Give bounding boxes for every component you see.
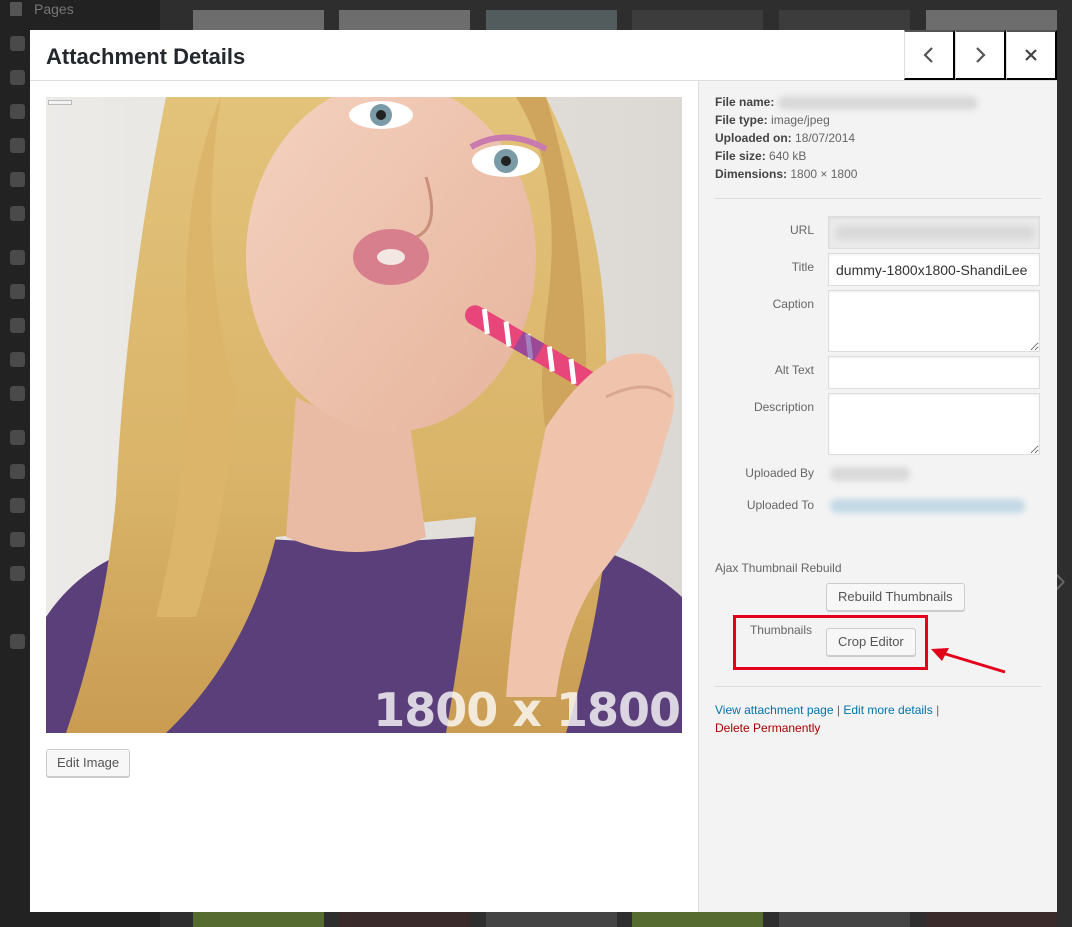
title-field[interactable] xyxy=(828,253,1040,286)
file-meta: File name: File type: image/jpeg Uploade… xyxy=(715,93,978,183)
portrait-photo xyxy=(46,97,682,733)
settings-icon[interactable] xyxy=(10,386,25,401)
media-thumbnail[interactable] xyxy=(339,912,470,927)
link-separator: | xyxy=(836,703,840,717)
attachment-details-panel: File name: File type: image/jpeg Uploade… xyxy=(698,81,1057,912)
image-tag xyxy=(48,100,72,105)
title-label: Title xyxy=(791,260,814,274)
attachment-preview: 1800 x 1800 Edit Image xyxy=(30,81,698,912)
annotation-arrow-icon xyxy=(931,648,1006,674)
file-size-value: 640 kB xyxy=(769,149,807,163)
thumbnails-label: Thumbnails xyxy=(749,623,812,637)
uploaded-by-redacted[interactable] xyxy=(830,467,910,481)
close-icon xyxy=(1025,49,1037,61)
media-thumbnail[interactable] xyxy=(193,10,324,30)
uploaded-on-row: Uploaded on: 18/07/2014 xyxy=(715,129,978,147)
next-attachment-button[interactable] xyxy=(955,30,1006,80)
appearance-icon[interactable] xyxy=(10,250,25,265)
modal-header: Attachment Details xyxy=(30,30,1057,81)
file-name-row: File name: xyxy=(715,93,978,111)
media-thumbnail[interactable] xyxy=(779,10,910,30)
collapse-icon[interactable] xyxy=(10,634,25,649)
media-thumbnail[interactable] xyxy=(632,912,763,927)
file-type-value: image/jpeg xyxy=(771,113,830,127)
url-label: URL xyxy=(789,223,814,237)
comments-icon[interactable] xyxy=(10,36,25,51)
close-modal-button[interactable] xyxy=(1006,30,1057,80)
dimensions-key: Dimensions: xyxy=(715,167,788,181)
caption-field[interactable] xyxy=(828,290,1040,352)
file-size-key: File size: xyxy=(715,149,766,163)
attachment-details-modal: Attachment Details 1800 x 1800 Edit Imag… xyxy=(30,30,1057,912)
description-field[interactable] xyxy=(828,393,1040,455)
chevron-right-icon xyxy=(976,47,986,63)
previous-attachment-button[interactable] xyxy=(904,30,955,80)
plugins-icon[interactable] xyxy=(10,284,25,299)
tools-icon[interactable] xyxy=(10,352,25,367)
description-label: Description xyxy=(753,400,814,414)
modal-title: Attachment Details xyxy=(46,44,246,69)
edit-more-details-link[interactable]: Edit more details xyxy=(843,703,932,717)
attachment-actions: View attachment page | Edit more details… xyxy=(715,701,939,737)
media-thumbnail[interactable] xyxy=(486,10,617,30)
uploaded-to-redacted[interactable] xyxy=(830,499,1025,513)
dimensions-row: Dimensions: 1800 × 1800 xyxy=(715,165,978,183)
view-attachment-page-link[interactable]: View attachment page xyxy=(715,703,834,717)
gear-icon[interactable] xyxy=(10,464,25,479)
image-size-watermark: 1800 x 1800 xyxy=(373,683,681,733)
uploaded-to-label: Uploaded To xyxy=(746,498,814,512)
chevron-left-icon xyxy=(923,47,933,63)
pin-icon[interactable] xyxy=(10,70,25,85)
ajax-thumbnail-rebuild-label: Ajax Thumbnail Rebuild xyxy=(715,561,842,575)
delete-permanently-link[interactable]: Delete Permanently xyxy=(715,721,820,735)
gear-icon[interactable] xyxy=(10,498,25,513)
media-thumbnail[interactable] xyxy=(926,10,1057,30)
pin-icon[interactable] xyxy=(10,172,25,187)
uploaded-by-label: Uploaded By xyxy=(745,466,814,480)
gear-icon[interactable] xyxy=(10,532,25,547)
uploaded-on-value: 18/07/2014 xyxy=(795,131,856,145)
media-thumbnail[interactable] xyxy=(632,10,763,30)
attachment-image: 1800 x 1800 xyxy=(46,97,682,733)
pin-icon[interactable] xyxy=(10,206,25,221)
media-thumbnail[interactable] xyxy=(339,10,470,30)
divider xyxy=(715,686,1042,687)
pin-icon[interactable] xyxy=(10,138,25,153)
caption-label: Caption xyxy=(772,297,814,311)
file-name-redacted xyxy=(777,95,978,110)
media-thumbnail[interactable] xyxy=(926,912,1057,927)
uploaded-on-key: Uploaded on: xyxy=(715,131,792,145)
alt-text-field[interactable] xyxy=(828,356,1040,389)
url-field[interactable] xyxy=(828,216,1040,249)
sidebar-item-pages[interactable]: Pages xyxy=(10,0,74,18)
file-size-row: File size: 640 kB xyxy=(715,147,978,165)
eye-icon[interactable] xyxy=(10,430,25,445)
pages-icon xyxy=(10,2,22,16)
file-type-row: File type: image/jpeg xyxy=(715,111,978,129)
media-thumbnail[interactable] xyxy=(193,912,324,927)
link-separator: | xyxy=(936,703,940,717)
gear-icon[interactable] xyxy=(10,566,25,581)
dimensions-value: 1800 × 1800 xyxy=(790,167,858,181)
file-type-key: File type: xyxy=(715,113,768,127)
file-name-key: File name: xyxy=(715,95,775,109)
media-thumbnail[interactable] xyxy=(779,912,910,927)
alt-text-label: Alt Text xyxy=(774,363,814,377)
users-icon[interactable] xyxy=(10,318,25,333)
crop-editor-button[interactable]: Crop Editor xyxy=(826,628,916,656)
sidebar-item-label: Pages xyxy=(34,1,74,17)
media-thumbnail[interactable] xyxy=(486,912,617,927)
url-redacted xyxy=(835,226,1035,240)
edit-image-button[interactable]: Edit Image xyxy=(46,749,131,777)
rebuild-thumbnails-button[interactable]: Rebuild Thumbnails xyxy=(826,583,965,611)
divider xyxy=(715,198,1042,199)
pin-icon[interactable] xyxy=(10,104,25,119)
